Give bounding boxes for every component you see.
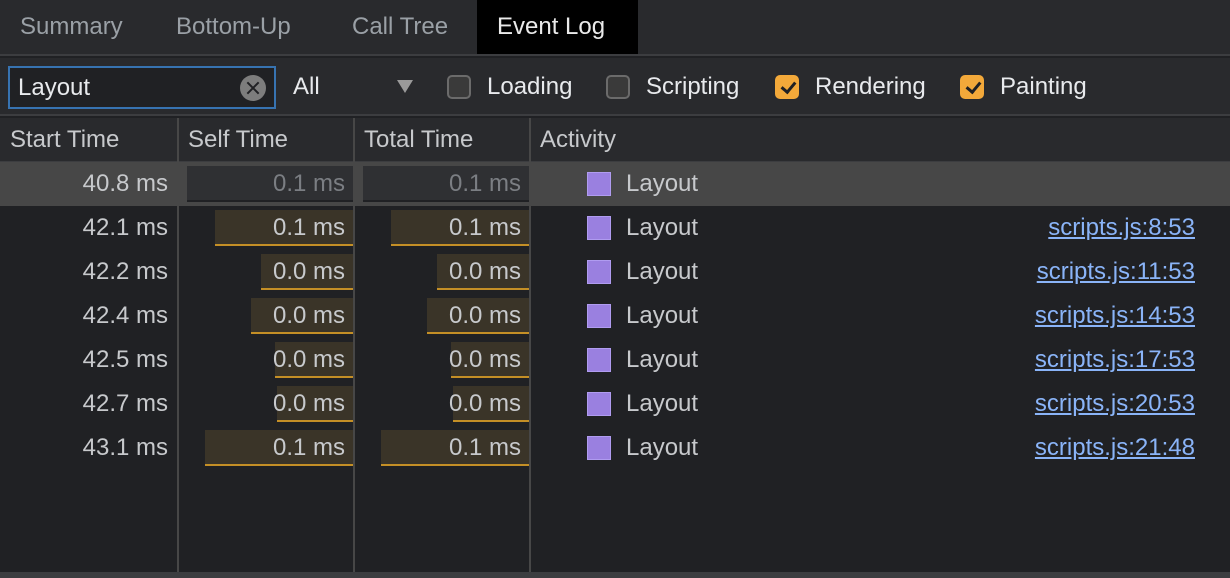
table-row[interactable]: 42.4 ms 0.0 ms 0.0 ms Layout scripts.js:14:5… [0, 294, 1230, 338]
self-time-value: 0.0 ms [272, 390, 345, 417]
column-divider[interactable] [529, 118, 531, 574]
filter-box [8, 66, 276, 109]
source-link[interactable]: scripts.js:8:53 [1048, 206, 1195, 250]
total-time-cell: 0.0 ms [355, 338, 529, 382]
self-time-cell: 0.1 ms [179, 426, 353, 470]
self-time-value: 0.1 ms [272, 214, 345, 241]
column-divider[interactable] [353, 118, 355, 574]
layout-category-swatch-icon [587, 392, 611, 416]
self-time-cell: 0.0 ms [179, 382, 353, 426]
activity-name: Layout [626, 214, 699, 241]
checkbox-rendering-label: Rendering [815, 73, 926, 100]
self-time-cell: 0.1 ms [179, 162, 353, 206]
start-time-cell: 42.5 ms [82, 346, 168, 373]
start-time-cell: 40.8 ms [82, 170, 168, 197]
checkbox-painting-label: Painting [1000, 73, 1087, 100]
tab-summary[interactable]: Summary [0, 0, 143, 54]
event-log-grid: Start Time Self Time Total Time Activity… [0, 118, 1230, 574]
column-header-start-time[interactable]: Start Time [0, 118, 119, 162]
start-time-cell: 42.4 ms [82, 302, 168, 329]
start-time-cell: 42.7 ms [82, 390, 168, 417]
source-link[interactable]: scripts.js:17:53 [1035, 338, 1195, 382]
clear-circle-x-icon[interactable] [240, 75, 266, 101]
table-row[interactable]: 42.5 ms 0.0 ms 0.0 ms Layout scripts.js:17:5… [0, 338, 1230, 382]
filter-input[interactable] [18, 68, 238, 107]
checkbox-scripting-label: Scripting [646, 73, 740, 100]
checkbox-loading-box[interactable] [447, 75, 471, 99]
source-link[interactable]: scripts.js:21:48 [1035, 426, 1195, 470]
tab-call-tree[interactable]: Call Tree [332, 0, 468, 54]
source-link[interactable]: scripts.js:14:53 [1035, 294, 1195, 338]
filter-toolbar: All Loading Scripting Rendering Painting [0, 58, 1230, 116]
total-time-cell: 0.0 ms [355, 294, 529, 338]
activity-name: Layout [626, 434, 699, 461]
checkbox-scripting[interactable]: Scripting [606, 70, 739, 104]
table-row[interactable]: 43.1 ms 0.1 ms 0.1 ms Layout scripts.js:21:4… [0, 426, 1230, 470]
total-time-cell: 0.0 ms [355, 382, 529, 426]
column-divider[interactable] [177, 118, 179, 574]
total-time-value: 0.0 ms [448, 390, 521, 417]
activity-name: Layout [626, 302, 699, 329]
table-row[interactable]: 40.8 ms 0.1 ms 0.1 ms Layout [0, 162, 1230, 206]
self-time-value: 0.0 ms [272, 302, 345, 329]
total-time-value: 0.0 ms [448, 346, 521, 373]
triangle-down-icon [397, 80, 413, 93]
activity-name: Layout [626, 170, 699, 197]
duration-filter-value: All [293, 73, 320, 100]
source-link[interactable]: scripts.js:20:53 [1035, 382, 1195, 426]
self-time-cell: 0.1 ms [179, 206, 353, 250]
total-time-value: 0.1 ms [448, 434, 521, 461]
self-time-value: 0.0 ms [272, 258, 345, 285]
layout-category-swatch-icon [587, 260, 611, 284]
start-time-cell: 42.2 ms [82, 258, 168, 285]
tab-bottom-up[interactable]: Bottom-Up [156, 0, 311, 54]
total-time-cell: 0.1 ms [355, 426, 529, 470]
checkbox-painting[interactable]: Painting [960, 70, 1087, 104]
start-time-cell: 42.1 ms [82, 214, 168, 241]
checkbox-rendering[interactable]: Rendering [775, 70, 926, 104]
layout-category-swatch-icon [587, 348, 611, 372]
layout-category-swatch-icon [587, 436, 611, 460]
table-row[interactable]: 42.1 ms 0.1 ms 0.1 ms Layout scripts.js:8:53 [0, 206, 1230, 250]
self-time-value: 0.1 ms [272, 434, 345, 461]
source-link[interactable]: scripts.js:11:53 [1037, 250, 1195, 294]
checkbox-scripting-box[interactable] [606, 75, 630, 99]
self-time-value: 0.0 ms [272, 346, 345, 373]
total-time-value: 0.0 ms [448, 258, 521, 285]
total-time-cell: 0.1 ms [355, 162, 529, 206]
self-time-cell: 0.0 ms [179, 338, 353, 382]
self-time-cell: 0.0 ms [179, 250, 353, 294]
checkbox-loading[interactable]: Loading [447, 70, 572, 104]
column-header-total-time[interactable]: Total Time [354, 118, 473, 162]
total-time-cell: 0.1 ms [355, 206, 529, 250]
tab-bar: Summary Bottom-Up Call Tree Event Log [0, 0, 1230, 56]
layout-category-swatch-icon [587, 304, 611, 328]
activity-name: Layout [626, 390, 699, 417]
table-row[interactable]: 42.7 ms 0.0 ms 0.0 ms Layout scripts.js:20:5… [0, 382, 1230, 426]
checkmark-icon[interactable] [960, 75, 984, 99]
self-time-value: 0.1 ms [272, 170, 345, 197]
column-header-activity[interactable]: Activity [530, 118, 616, 162]
start-time-cell: 43.1 ms [82, 434, 168, 461]
total-time-value: 0.1 ms [448, 214, 521, 241]
table-row[interactable]: 42.2 ms 0.0 ms 0.0 ms Layout scripts.js:11:5… [0, 250, 1230, 294]
layout-category-swatch-icon [587, 216, 611, 240]
total-time-value: 0.0 ms [448, 302, 521, 329]
grid-bottom-border [0, 572, 1230, 578]
activity-name: Layout [626, 346, 699, 373]
total-time-value: 0.1 ms [448, 170, 521, 197]
self-time-cell: 0.0 ms [179, 294, 353, 338]
activity-name: Layout [626, 258, 699, 285]
layout-category-swatch-icon [587, 172, 611, 196]
duration-filter-select[interactable]: All [293, 70, 423, 104]
total-time-cell: 0.0 ms [355, 250, 529, 294]
checkbox-loading-label: Loading [487, 73, 573, 100]
checkmark-icon[interactable] [775, 75, 799, 99]
grid-header: Start Time Self Time Total Time Activity [0, 118, 1230, 162]
tab-event-log[interactable]: Event Log [477, 0, 638, 54]
column-header-self-time[interactable]: Self Time [178, 118, 288, 162]
